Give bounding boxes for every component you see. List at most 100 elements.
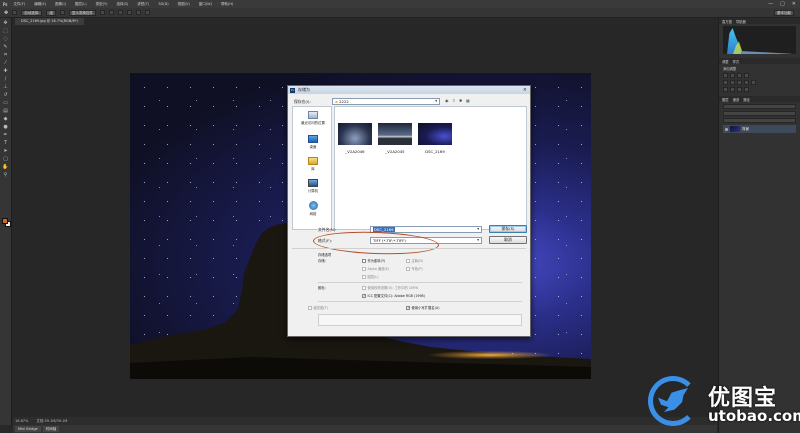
checkbox-box[interactable] [362, 285, 366, 290]
hand-tool-icon[interactable]: ✋ [2, 164, 10, 170]
zoom-level[interactable]: 16.67% [15, 417, 28, 425]
tab-histogram[interactable]: 直方图 [722, 19, 732, 24]
auto-select-checkbox[interactable] [12, 10, 18, 15]
document-info[interactable]: 文档:39.1M/39.1M [36, 417, 67, 425]
checkbox-box[interactable] [362, 274, 366, 279]
cancel-button[interactable]: 取消 [489, 236, 527, 244]
minimize-icon[interactable]: — [768, 1, 773, 7]
align-bottom-icon[interactable] [117, 10, 123, 15]
view-menu-icon[interactable]: ▦ [466, 98, 470, 103]
crop-tool-icon[interactable]: ⌗ [2, 52, 10, 58]
menu-help[interactable]: 帮助(H) [221, 2, 233, 7]
save-in-dropdown[interactable]: ▰ 2222 ▾ [332, 98, 440, 105]
tab-navigator[interactable]: 导航器 [736, 19, 746, 24]
color-balance-icon[interactable] [737, 80, 742, 85]
place-desktop[interactable]: 桌面 [293, 135, 333, 149]
eyedropper-tool-icon[interactable]: ⁄ [2, 60, 10, 66]
alpha-channels-checkbox[interactable]: Alpha 通道(E) [362, 266, 389, 271]
place-network[interactable]: 网络 [293, 201, 333, 216]
pen-tool-icon[interactable]: ✒ [2, 132, 10, 138]
show-transform-checkbox[interactable] [59, 10, 65, 15]
checkbox-box[interactable] [406, 266, 410, 271]
new-folder-icon[interactable]: ✱ [459, 98, 462, 103]
zoom-tool-icon[interactable]: ⚲ [2, 172, 10, 178]
proof-setup-checkbox[interactable]: 使用校样设置(O): 工作中的 CMYK [362, 285, 418, 290]
workspace-switcher[interactable]: 基本功能 [774, 10, 794, 16]
back-icon[interactable]: ◉ [445, 98, 449, 103]
menu-3d[interactable]: 3D(D) [158, 2, 168, 6]
tab-mini-bridge[interactable]: Mini Bridge [15, 426, 41, 432]
menu-edit[interactable]: 编辑(E) [34, 2, 46, 7]
layer-filter-dropdown[interactable] [723, 104, 796, 109]
checkbox-box[interactable]: ✓ [406, 305, 410, 310]
menu-filter[interactable]: 滤镜(T) [137, 2, 149, 7]
invert-icon[interactable] [723, 87, 728, 92]
tab-timeline[interactable]: 时间轴 [42, 426, 60, 432]
eraser-tool-icon[interactable]: ▭ [2, 100, 10, 106]
eye-icon[interactable] [725, 127, 728, 131]
tab-channels[interactable]: 通道 [733, 97, 740, 102]
as-copy-checkbox[interactable]: 作为副本(Y) [362, 258, 385, 263]
align-middle-icon[interactable] [108, 10, 114, 15]
icc-profile-checkbox[interactable]: ✓ ICC 配置文件(C): Adobe RGB (1998) [362, 293, 425, 298]
threshold-icon[interactable] [737, 87, 742, 92]
gradient-tool-icon[interactable]: ▤ [2, 108, 10, 114]
menu-type[interactable]: 类型(Y) [96, 2, 108, 7]
clone-stamp-tool-icon[interactable]: ⊥ [2, 84, 10, 90]
gradient-map-icon[interactable] [744, 87, 749, 92]
quick-select-tool-icon[interactable]: ✎ [2, 44, 10, 50]
menu-file[interactable]: 文件(F) [13, 2, 25, 7]
posterize-icon[interactable] [730, 87, 735, 92]
align-center-icon[interactable] [135, 10, 141, 15]
tab-paths[interactable]: 路径 [743, 97, 750, 102]
checkbox-box[interactable] [362, 258, 366, 263]
file-item[interactable]: _V2A2046 [337, 123, 373, 154]
move-tool-icon[interactable]: ✥ [4, 10, 8, 16]
checkbox-box[interactable]: ✓ [362, 293, 366, 298]
checkbox-box[interactable] [308, 305, 312, 310]
file-list[interactable]: _V2A2046 _V2A2045 DSC_2169 [334, 106, 527, 230]
dodge-tool-icon[interactable]: ● [2, 124, 10, 130]
place-libraries[interactable]: 库 [293, 157, 333, 171]
healing-tool-icon[interactable]: ✚ [2, 68, 10, 74]
close-icon[interactable]: ✕ [792, 1, 796, 7]
levels-icon[interactable] [730, 73, 735, 78]
file-item[interactable]: _V2A2045 [377, 123, 413, 154]
file-item[interactable]: DSC_2169 [417, 123, 453, 154]
place-computer[interactable]: 计算机 [293, 179, 333, 193]
menu-select[interactable]: 选择(S) [116, 2, 128, 7]
curves-icon[interactable] [737, 73, 742, 78]
spot-colors-checkbox[interactable]: 专色(P) [406, 266, 423, 271]
brush-tool-icon[interactable]: ∕ [2, 76, 10, 82]
brightness-icon[interactable] [723, 73, 728, 78]
blur-tool-icon[interactable]: ◆ [2, 116, 10, 122]
document-tab[interactable]: DSC_2169.jpg @ 16.7%(RGB/8*) [15, 18, 84, 25]
lowercase-extension-checkbox[interactable]: ✓ 使用小写扩展名(U) [406, 305, 440, 310]
blend-mode-dropdown[interactable] [723, 111, 796, 116]
layer-lock-row[interactable] [723, 118, 796, 123]
move-tool-icon[interactable]: ✥ [2, 20, 10, 26]
thumbnail-checkbox[interactable]: 缩览图(T) [308, 305, 328, 310]
checkbox-box[interactable] [406, 258, 410, 263]
hue-saturation-icon[interactable] [730, 80, 735, 85]
shape-tool-icon[interactable]: ▢ [2, 156, 10, 162]
maximize-icon[interactable]: ▢ [780, 1, 785, 7]
save-button[interactable]: 保存(S) [489, 225, 527, 233]
tab-styles[interactable]: 样式 [733, 59, 740, 64]
align-left-icon[interactable] [126, 10, 132, 15]
tab-adjustments[interactable]: 调整 [722, 59, 729, 64]
layer-row-background[interactable]: 背景 [723, 125, 796, 133]
history-brush-tool-icon[interactable]: ↺ [2, 92, 10, 98]
type-tool-icon[interactable]: T [2, 140, 10, 146]
path-select-tool-icon[interactable]: ➤ [2, 148, 10, 154]
menu-view[interactable]: 视图(V) [178, 2, 190, 7]
layers-checkbox[interactable]: 图层(L) [362, 274, 379, 279]
tab-layers[interactable]: 图层 [722, 97, 729, 102]
align-right-icon[interactable] [144, 10, 150, 15]
menu-layer[interactable]: 图层(L) [75, 2, 87, 7]
black-white-icon[interactable] [744, 80, 749, 85]
marquee-tool-icon[interactable]: ⬚ [2, 28, 10, 34]
photo-filter-icon[interactable] [751, 80, 756, 85]
place-recent[interactable]: 最近访问的位置 [293, 111, 333, 125]
menu-image[interactable]: 图像(I) [55, 2, 66, 7]
